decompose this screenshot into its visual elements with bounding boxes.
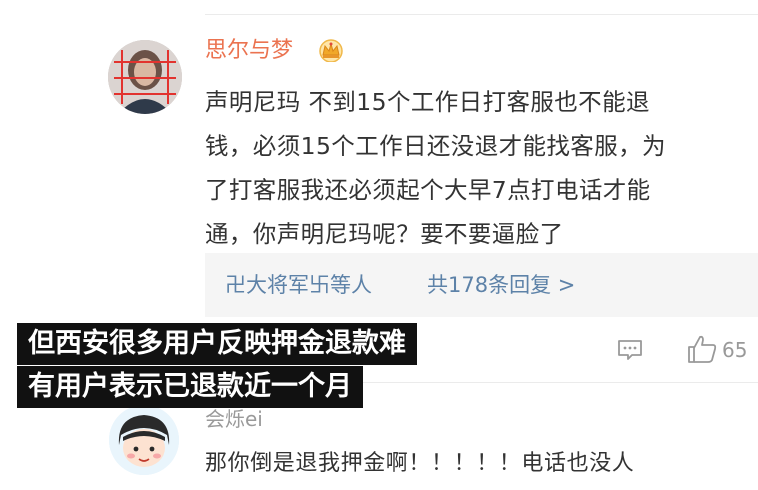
username-link[interactable]: 会烁ei (205, 405, 263, 433)
username-link[interactable]: 思尔与梦 (205, 36, 293, 66)
top-divider (205, 14, 758, 15)
avatar[interactable] (108, 40, 182, 114)
reply-users-link[interactable]: 卍大将军卐等人 (225, 270, 372, 300)
crown-badge-icon (319, 39, 343, 62)
reply-count-link[interactable]: 共178条回复 > (427, 270, 575, 300)
comment-text: 声明尼玛 不到15个工作日打客服也不能退 钱，必须15个工作日还没退才能找客服，… (205, 88, 666, 248)
thumbs-up-icon[interactable] (686, 334, 718, 364)
like-count: 65 (722, 338, 748, 362)
cartoon-avatar-icon (109, 405, 179, 475)
reply-summary[interactable]: 卍大将军卐等人 共178条回复 > (205, 253, 758, 317)
news-caption: 但西安很多用户反映押金退款难 (17, 323, 417, 365)
news-caption: 有用户表示已退款近一个月 (17, 366, 363, 408)
comment-icon[interactable] (617, 339, 643, 361)
avatar-photo-icon (108, 40, 182, 114)
avatar[interactable] (109, 405, 179, 475)
comment-text: 那你倒是退我押金啊！！！！！电话也没人 (205, 451, 635, 476)
